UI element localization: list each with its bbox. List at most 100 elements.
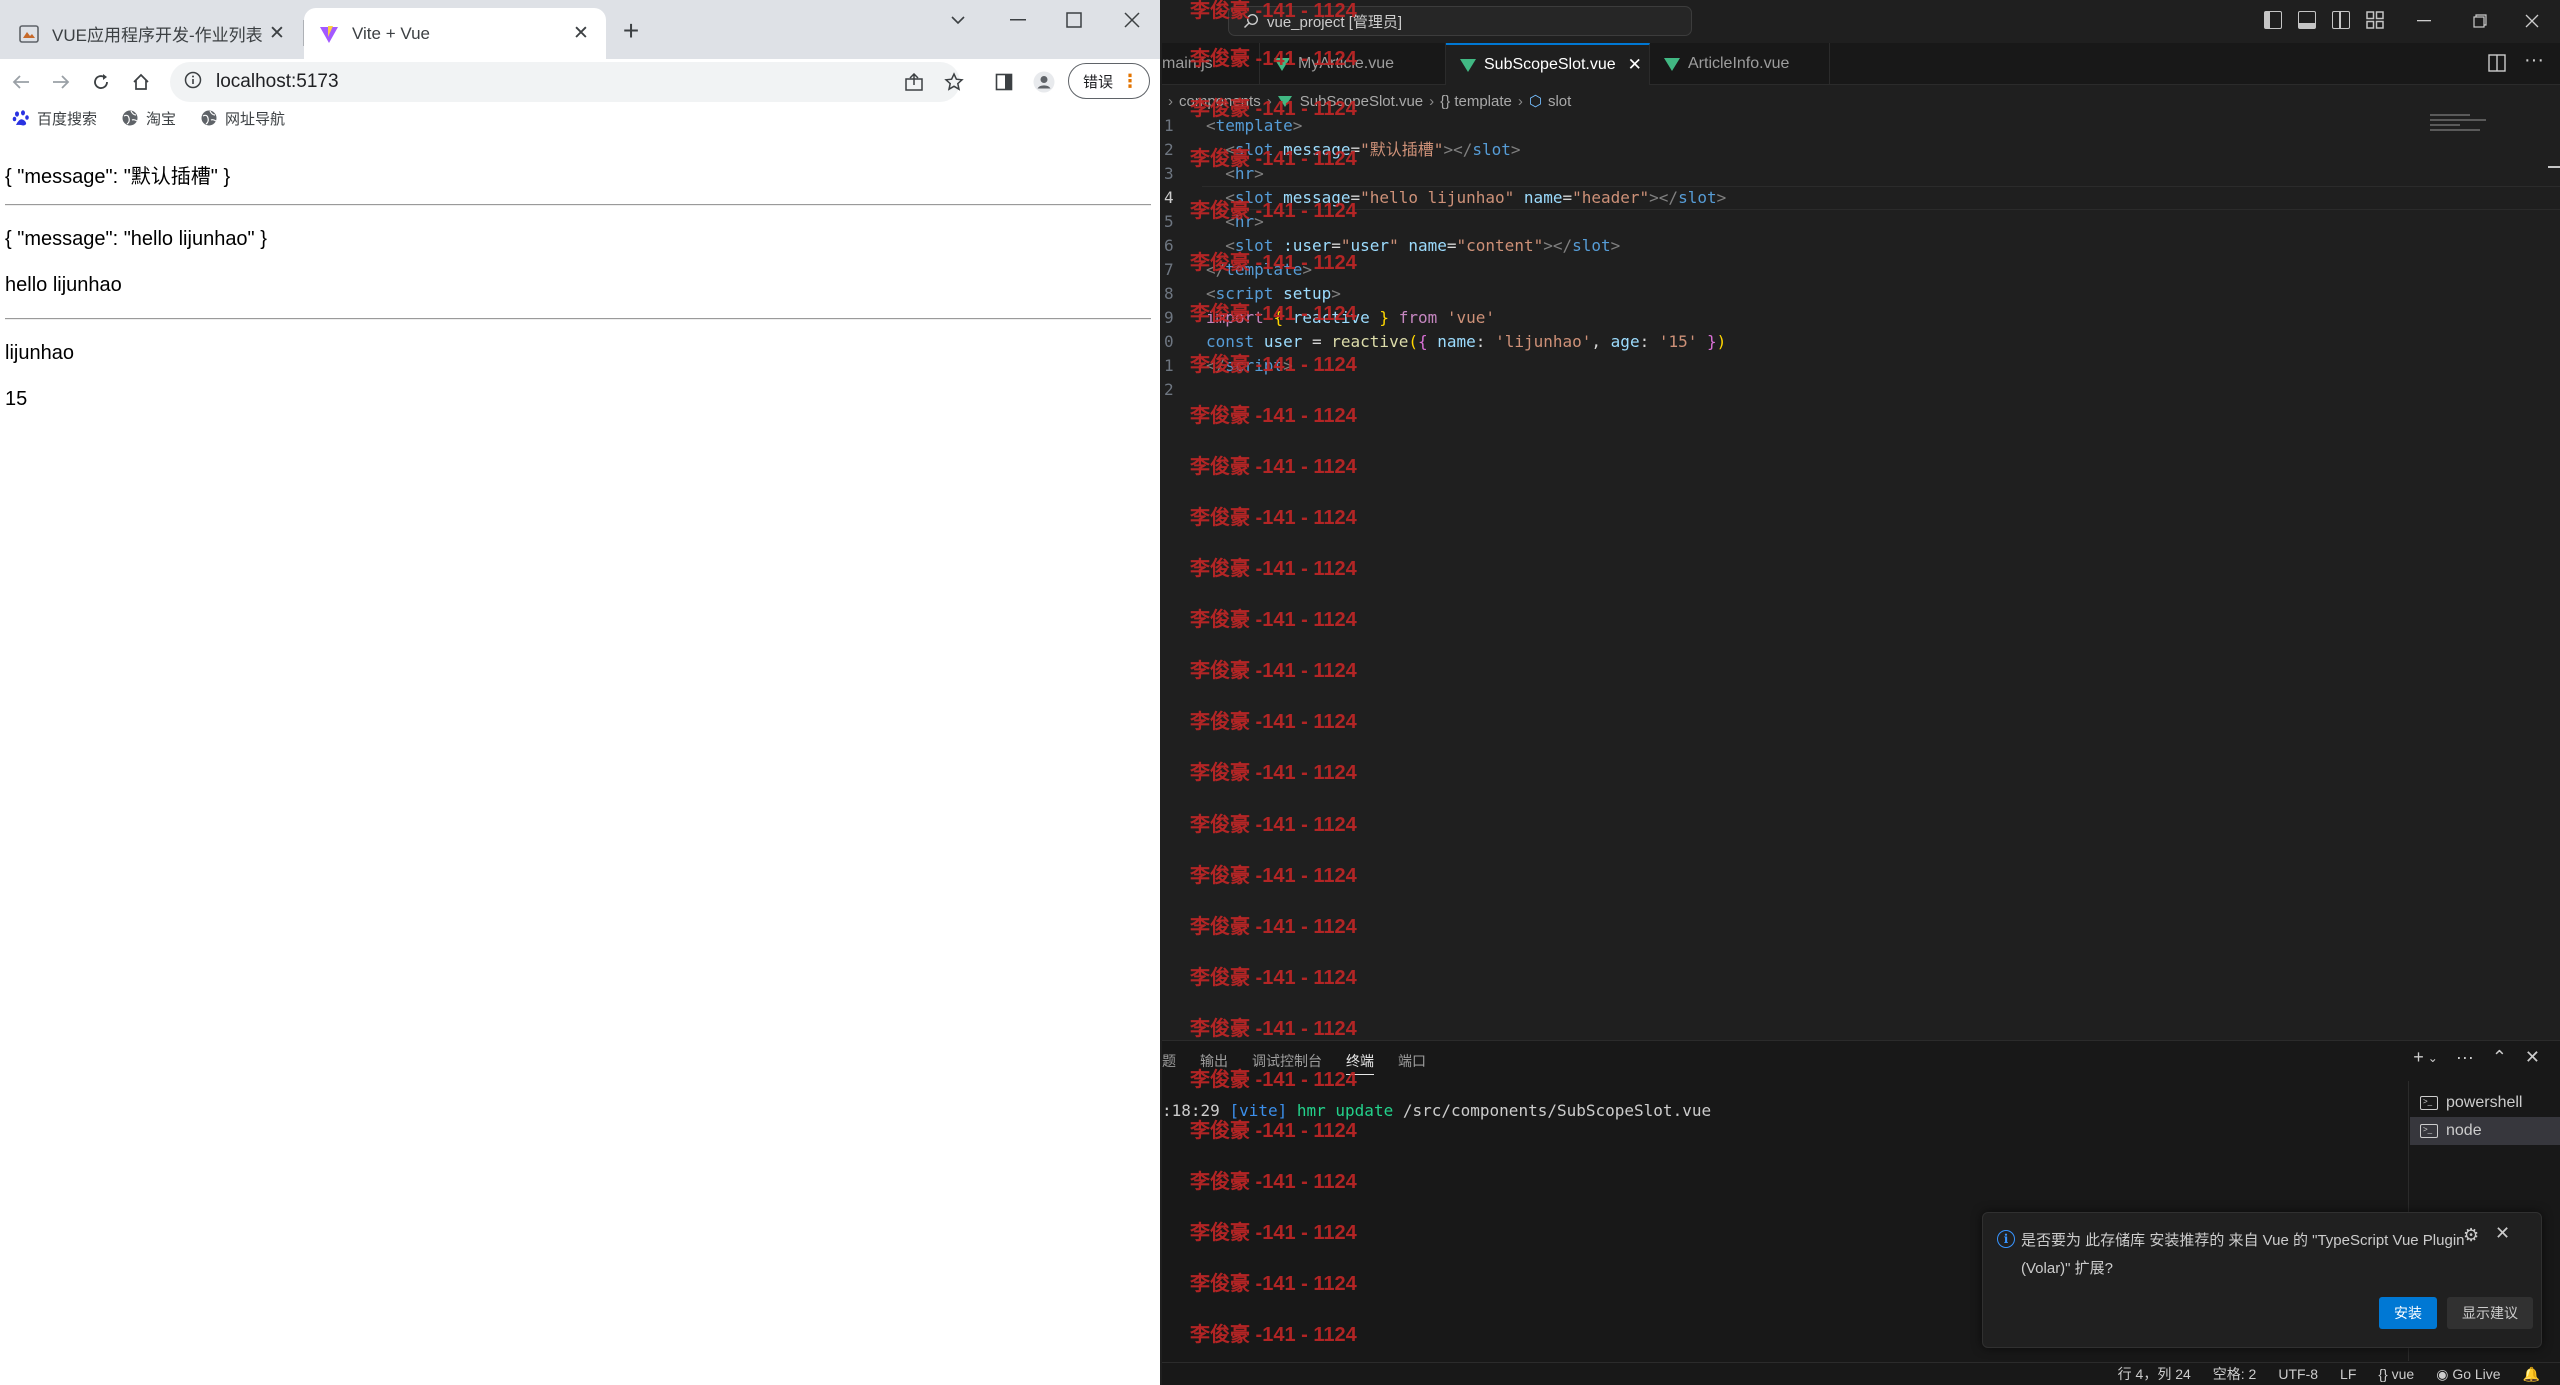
new-terminal-icon[interactable]: + bbox=[2413, 1047, 2424, 1068]
show-recommendations-button[interactable]: 显示建议 bbox=[2447, 1297, 2533, 1329]
tab-close-icon[interactable]: ✕ bbox=[570, 23, 592, 45]
terminal-name: node bbox=[2446, 1122, 2482, 1139]
install-button[interactable]: 安装 bbox=[2379, 1297, 2437, 1329]
horizontal-rule bbox=[5, 318, 1151, 320]
indentation[interactable]: 空格: 2 bbox=[2213, 1364, 2257, 1384]
command-center[interactable]: vue_project [管理员] bbox=[1228, 6, 1692, 36]
tab-ports[interactable]: 端口 bbox=[1398, 1051, 1426, 1075]
more-menu-icon[interactable]: ⋮ bbox=[1121, 71, 1139, 92]
chevron-right-icon: › bbox=[1266, 92, 1272, 110]
terminal-hmr-update: hmr update bbox=[1296, 1101, 1394, 1120]
profile-avatar-icon[interactable] bbox=[1027, 65, 1061, 99]
minimize-icon[interactable] bbox=[990, 0, 1046, 40]
notifications-bell-icon[interactable]: 🔔 bbox=[2523, 1366, 2540, 1383]
tab-label: ArticleInfo.vue bbox=[1688, 55, 1790, 72]
toggle-panel-icon[interactable] bbox=[2298, 11, 2316, 29]
line-number: 2 bbox=[1164, 380, 1174, 399]
back-arrow-icon[interactable] bbox=[4, 65, 38, 99]
more-actions-icon[interactable]: ··· bbox=[2524, 49, 2544, 72]
toggle-primary-sidebar-icon[interactable] bbox=[2264, 11, 2282, 29]
workspace-title: vue_project [管理员] bbox=[1267, 13, 1403, 31]
go-live-label: Go Live bbox=[2452, 1365, 2501, 1382]
code-line: 5 <hr> bbox=[1162, 210, 2462, 234]
more-actions-icon[interactable]: ··· bbox=[2456, 1047, 2474, 1068]
terminal-list: >_ powershell >_ node bbox=[2410, 1089, 2560, 1145]
cursor-position[interactable]: 行 4，列 24 bbox=[2118, 1364, 2191, 1384]
tab-search-chevron-icon[interactable] bbox=[930, 0, 986, 40]
minimize-icon[interactable] bbox=[2396, 0, 2452, 42]
breadcrumb-folder[interactable]: components bbox=[1179, 93, 1261, 110]
tab-subscopeslot-vue[interactable]: SubScopeSlot.vue ✕ bbox=[1446, 43, 1650, 85]
new-tab-button[interactable]: + bbox=[616, 15, 646, 46]
bookmark-web-nav[interactable]: 网址导航 bbox=[200, 108, 285, 129]
vue-file-icon bbox=[1664, 57, 1680, 71]
page-favicon-icon bbox=[18, 23, 40, 45]
window-close-icon[interactable] bbox=[1104, 0, 1160, 40]
encoding[interactable]: UTF-8 bbox=[2278, 1366, 2318, 1382]
gear-icon[interactable]: ⚙ bbox=[2463, 1225, 2479, 1246]
line-number: 6 bbox=[1164, 236, 1174, 255]
chevron-down-icon[interactable]: ⌄ bbox=[2428, 1051, 2438, 1068]
info-icon[interactable] bbox=[184, 71, 202, 94]
forward-arrow-icon[interactable] bbox=[44, 65, 78, 99]
terminal-output[interactable]: :18:29 [vite] hmr update /src/components… bbox=[1162, 1101, 1711, 1120]
tab-debug-console[interactable]: 调试控制台 bbox=[1252, 1051, 1322, 1075]
bookmark-taobao[interactable]: 淘宝 bbox=[121, 108, 176, 129]
address-bar[interactable]: localhost:5173 bbox=[170, 62, 960, 102]
toggle-secondary-sidebar-icon[interactable] bbox=[2332, 11, 2350, 29]
chevron-right-icon: › bbox=[1429, 92, 1435, 110]
home-icon[interactable] bbox=[124, 65, 158, 99]
error-update-button[interactable]: 错误 ⋮ bbox=[1068, 63, 1150, 99]
breadcrumb-file[interactable]: SubScopeSlot.vue bbox=[1300, 93, 1423, 110]
tab-close-icon[interactable]: ✕ bbox=[266, 23, 288, 45]
tab-articleinfo-vue[interactable]: ArticleInfo.vue bbox=[1650, 43, 1830, 85]
reload-icon[interactable] bbox=[84, 65, 118, 99]
split-editor-icon[interactable] bbox=[2488, 54, 2506, 77]
terminal-path: /src/components/SubScopeSlot.vue bbox=[1402, 1101, 1712, 1120]
breadcrumb: › components › SubScopeSlot.vue › {} tem… bbox=[1162, 86, 1571, 116]
close-icon[interactable]: ✕ bbox=[2495, 1223, 2510, 1244]
bookmark-label: 网址导航 bbox=[225, 110, 286, 128]
line-number: 5 bbox=[1164, 212, 1174, 231]
tab-terminal[interactable]: 终端 bbox=[1346, 1051, 1374, 1075]
editor-tabs: main.js MyArticle.vue SubScopeSlot.vue ✕… bbox=[1162, 43, 2560, 85]
close-panel-icon[interactable]: ✕ bbox=[2525, 1047, 2540, 1068]
tab-strip: VUE应用程序开发-作业列表 ✕ Vite + Vue ✕ + bbox=[0, 0, 1160, 59]
code-line: 2 <slot message="默认插槽"></slot> bbox=[1162, 138, 2462, 162]
breadcrumb-template[interactable]: {} template bbox=[1440, 93, 1512, 110]
minimap[interactable] bbox=[2430, 114, 2490, 144]
tab-homework-list[interactable]: VUE应用程序开发-作业列表 ✕ bbox=[4, 8, 302, 59]
customize-layout-icon[interactable] bbox=[2366, 11, 2384, 29]
language-label: vue bbox=[2391, 1366, 2415, 1382]
window-close-icon[interactable] bbox=[2504, 0, 2560, 42]
status-bar: 行 4，列 24 空格: 2 UTF-8 LF {} vue ◉ Go Live… bbox=[1162, 1362, 2560, 1385]
terminal-item-node[interactable]: >_ node bbox=[2410, 1117, 2560, 1145]
header-slot-message: { "message": "hello lijunhao" } bbox=[5, 228, 267, 250]
maximize-icon[interactable] bbox=[1046, 0, 1102, 40]
line-number: 8 bbox=[1164, 284, 1174, 303]
language-mode[interactable]: {} vue bbox=[2378, 1366, 2414, 1382]
code-editor[interactable]: 1 <template> 2 <slot message="默认插槽"></slo… bbox=[1162, 114, 2560, 1040]
side-panel-icon[interactable] bbox=[987, 65, 1021, 99]
tab-close-icon[interactable]: ✕ bbox=[1628, 55, 1642, 75]
tab-problems[interactable]: 题 bbox=[1162, 1051, 1176, 1075]
go-live-button[interactable]: ◉ Go Live bbox=[2436, 1366, 2500, 1383]
bookmark-star-icon[interactable] bbox=[937, 65, 971, 99]
tab-myarticle-vue[interactable]: MyArticle.vue bbox=[1260, 43, 1446, 85]
line-number: 2 bbox=[1164, 140, 1174, 159]
line-ending[interactable]: LF bbox=[2340, 1366, 2356, 1382]
terminal-item-powershell[interactable]: >_ powershell bbox=[2410, 1089, 2560, 1117]
terminal-name: powershell bbox=[2446, 1094, 2523, 1111]
url-text: localhost:5173 bbox=[216, 71, 339, 92]
header-slot-text: hello lijunhao bbox=[5, 274, 122, 296]
user-name-text: lijunhao bbox=[5, 342, 74, 364]
restore-icon[interactable] bbox=[2452, 0, 2508, 42]
tab-output[interactable]: 输出 bbox=[1200, 1051, 1228, 1075]
breadcrumb-slot[interactable]: slot bbox=[1548, 93, 1571, 110]
share-icon[interactable] bbox=[897, 65, 931, 99]
bookmark-baidu[interactable]: 百度搜索 bbox=[12, 108, 97, 129]
tab-main-js[interactable]: main.js bbox=[1162, 43, 1260, 85]
maximize-panel-icon[interactable]: ⌃ bbox=[2492, 1047, 2507, 1068]
bookmarks-bar: 百度搜索 淘宝 网址导航 bbox=[12, 103, 285, 133]
tab-vite-vue[interactable]: Vite + Vue ✕ bbox=[304, 8, 606, 59]
